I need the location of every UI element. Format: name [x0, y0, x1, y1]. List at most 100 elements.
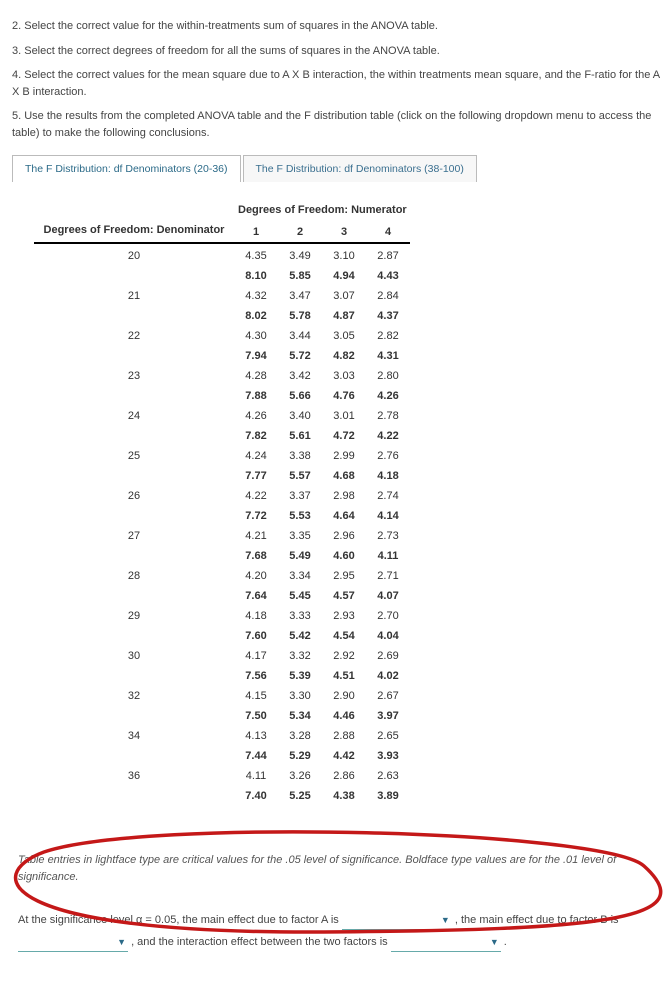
value-cell: 4.57 [322, 586, 366, 606]
value-cell: 4.68 [322, 466, 366, 486]
value-cell: 4.38 [322, 786, 366, 806]
instruction-3: 3. Select the correct degrees of freedom… [12, 43, 660, 60]
denominator-header: Degrees of Freedom: Denominator [34, 220, 234, 244]
value-cell: 4.35 [234, 246, 278, 266]
denom-cell [34, 506, 234, 526]
value-cell: 7.94 [234, 346, 278, 366]
conclusion-text-3: , and the interaction effect between the… [131, 936, 391, 948]
value-cell: 2.95 [322, 566, 366, 586]
value-cell: 7.64 [234, 586, 278, 606]
value-cell: 3.30 [278, 686, 322, 706]
value-cell: 4.18 [234, 606, 278, 626]
denom-cell: 32 [34, 686, 234, 706]
value-cell: 7.72 [234, 506, 278, 526]
value-cell: 2.98 [322, 486, 366, 506]
value-cell: 8.02 [234, 306, 278, 326]
tab-df-20-36[interactable]: The F Distribution: df Denominators (20-… [12, 155, 241, 182]
value-cell: 4.11 [234, 766, 278, 786]
value-cell: 3.89 [366, 786, 410, 806]
value-cell: 3.42 [278, 366, 322, 386]
conclusion-text-2: , the main effect due to factor B is [455, 914, 619, 926]
significance-note: Table entries in lightface type are crit… [18, 852, 654, 885]
value-cell: 4.31 [366, 346, 410, 366]
conclusion-text-1: At the significance level α = 0.05, the … [18, 914, 342, 926]
value-cell: 4.20 [234, 566, 278, 586]
denom-cell [34, 426, 234, 446]
denom-cell: 36 [34, 766, 234, 786]
value-cell: 2.82 [366, 326, 410, 346]
value-cell: 2.65 [366, 726, 410, 746]
value-cell: 7.56 [234, 666, 278, 686]
value-cell: 5.49 [278, 546, 322, 566]
denom-cell [34, 586, 234, 606]
value-cell: 4.54 [322, 626, 366, 646]
denom-cell [34, 266, 234, 286]
value-cell: 2.92 [322, 646, 366, 666]
value-cell: 2.73 [366, 526, 410, 546]
value-cell: 4.51 [322, 666, 366, 686]
value-cell: 4.02 [366, 666, 410, 686]
value-cell: 2.71 [366, 566, 410, 586]
value-cell: 5.34 [278, 706, 322, 726]
denom-cell [34, 386, 234, 406]
value-cell: 4.76 [322, 386, 366, 406]
value-cell: 2.93 [322, 606, 366, 626]
value-cell: 4.21 [234, 526, 278, 546]
value-cell: 3.01 [322, 406, 366, 426]
value-cell: 3.26 [278, 766, 322, 786]
value-cell: 2.84 [366, 286, 410, 306]
value-cell: 4.94 [322, 266, 366, 286]
value-cell: 4.46 [322, 706, 366, 726]
interaction-dropdown[interactable]: ▼ [391, 933, 501, 952]
value-cell: 3.07 [322, 286, 366, 306]
num-col-2: 2 [278, 222, 322, 242]
value-cell: 7.82 [234, 426, 278, 446]
instruction-4: 4. Select the correct values for the mea… [12, 67, 660, 100]
value-cell: 4.24 [234, 446, 278, 466]
denom-cell: 23 [34, 366, 234, 386]
denom-cell: 24 [34, 406, 234, 426]
value-cell: 8.10 [234, 266, 278, 286]
value-cell: 3.38 [278, 446, 322, 466]
value-cell: 5.53 [278, 506, 322, 526]
tab-df-38-100[interactable]: The F Distribution: df Denominators (38-… [243, 155, 477, 182]
value-cell: 4.60 [322, 546, 366, 566]
value-cell: 4.82 [322, 346, 366, 366]
value-cell: 5.42 [278, 626, 322, 646]
value-cell: 2.67 [366, 686, 410, 706]
value-cell: 4.26 [234, 406, 278, 426]
denom-cell: 27 [34, 526, 234, 546]
denom-cell: 30 [34, 646, 234, 666]
conclusion-sentence: At the significance level α = 0.05, the … [18, 909, 654, 953]
value-cell: 4.11 [366, 546, 410, 566]
value-cell: 2.88 [322, 726, 366, 746]
value-cell: 3.40 [278, 406, 322, 426]
value-cell: 3.28 [278, 726, 322, 746]
denom-cell [34, 546, 234, 566]
conclusions-area: Table entries in lightface type are crit… [12, 834, 660, 977]
value-cell: 5.78 [278, 306, 322, 326]
num-col-4: 4 [366, 222, 410, 242]
tab-bar: The F Distribution: df Denominators (20-… [12, 155, 660, 182]
value-cell: 5.57 [278, 466, 322, 486]
denom-cell [34, 786, 234, 806]
value-cell: 7.50 [234, 706, 278, 726]
value-cell: 7.40 [234, 786, 278, 806]
value-cell: 4.42 [322, 746, 366, 766]
value-cell: 7.44 [234, 746, 278, 766]
factor-a-dropdown[interactable]: ▼ [342, 911, 452, 930]
chevron-down-icon: ▼ [117, 933, 126, 951]
value-cell: 4.18 [366, 466, 410, 486]
value-cell: 4.37 [366, 306, 410, 326]
value-cell: 4.72 [322, 426, 366, 446]
denom-cell: 29 [34, 606, 234, 626]
denom-cell: 20 [34, 246, 234, 266]
denom-cell [34, 746, 234, 766]
value-cell: 4.04 [366, 626, 410, 646]
denom-cell: 26 [34, 486, 234, 506]
factor-b-dropdown[interactable]: ▼ [18, 933, 128, 952]
value-cell: 5.25 [278, 786, 322, 806]
value-cell: 4.07 [366, 586, 410, 606]
denom-cell: 21 [34, 286, 234, 306]
value-cell: 7.77 [234, 466, 278, 486]
